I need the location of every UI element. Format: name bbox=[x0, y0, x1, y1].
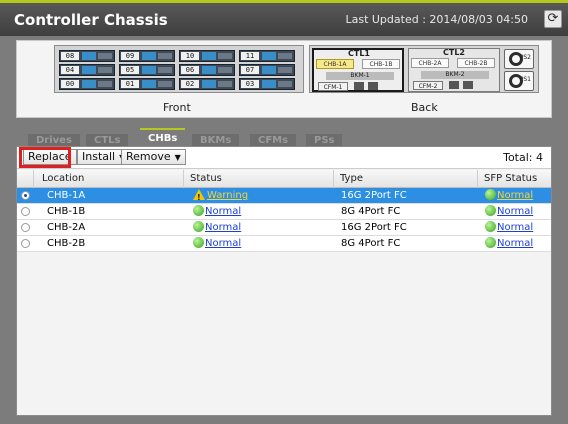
sfp-status-link[interactable]: Normal bbox=[497, 238, 533, 249]
sfp-status-link[interactable]: Normal bbox=[497, 222, 533, 233]
bkm-1-slot[interactable]: BKM-1 bbox=[326, 72, 394, 80]
column-header-sfp-status[interactable]: SFP Status bbox=[477, 170, 551, 188]
port-icon bbox=[463, 81, 473, 89]
type-cell: 8G 4Port FC bbox=[341, 206, 401, 217]
location-cell: CHB-2B bbox=[47, 238, 86, 249]
drive-slot[interactable]: 09 bbox=[119, 50, 175, 62]
drive-slot[interactable]: 07 bbox=[239, 64, 295, 76]
chassis-diagram: 08 09 10 11 04 05 06 07 00 01 02 03 Fron… bbox=[16, 40, 552, 118]
drive-slot[interactable]: 10 bbox=[179, 50, 235, 62]
drive-slot[interactable]: 03 bbox=[239, 78, 295, 90]
title-bar: Controller Chassis Last Updated : 2014/0… bbox=[0, 0, 568, 36]
chb-1b-slot[interactable]: CHB-1B bbox=[362, 59, 400, 69]
type-cell: 8G 4Port FC bbox=[341, 238, 401, 249]
drive-slot[interactable]: 08 bbox=[59, 50, 115, 62]
chb-2b-slot[interactable]: CHB-2B bbox=[457, 58, 495, 68]
bkm-2-slot[interactable]: BKM-2 bbox=[421, 71, 489, 79]
back-caption: Back bbox=[411, 101, 438, 114]
tab-chbs[interactable]: CHBs bbox=[140, 128, 186, 148]
status-link[interactable]: Normal bbox=[205, 222, 241, 233]
remove-button[interactable]: Remove ▼ bbox=[121, 149, 186, 165]
location-cell: CHB-1A bbox=[47, 190, 86, 201]
row-radio[interactable] bbox=[21, 207, 30, 216]
total-count: Total: 4 bbox=[503, 151, 543, 164]
drive-slot[interactable]: 05 bbox=[119, 64, 175, 76]
location-cell: CHB-1B bbox=[47, 206, 86, 217]
sfp-status-link[interactable]: Normal bbox=[497, 206, 533, 217]
drive-slot[interactable]: 11 bbox=[239, 50, 295, 62]
ps1-slot[interactable]: PS1 bbox=[504, 71, 534, 91]
drive-slot[interactable]: 04 bbox=[59, 64, 115, 76]
normal-status-icon bbox=[193, 205, 204, 216]
refresh-icon[interactable]: ⟳ bbox=[544, 10, 562, 28]
normal-status-icon bbox=[485, 221, 496, 232]
application-frame: Controller Chassis Last Updated : 2014/0… bbox=[0, 0, 568, 424]
chb-table: Location Status Type SFP Status CHB-1A W… bbox=[17, 170, 551, 252]
drive-slot[interactable]: 00 bbox=[59, 78, 115, 90]
cfm-1-slot[interactable]: CFM-1 bbox=[318, 82, 348, 91]
ps2-slot[interactable]: PS2 bbox=[504, 49, 534, 69]
ctl1-block[interactable]: CTL1 CHB-1A CHB-1B BKM-1 CFM-1 bbox=[312, 48, 404, 92]
table-header: Location Status Type SFP Status bbox=[17, 170, 551, 188]
chb-panel: Replace Install▼ Remove▼ Total: 4 Locati… bbox=[16, 146, 552, 416]
type-cell: 16G 2Port FC bbox=[341, 222, 407, 233]
status-link[interactable]: Warning bbox=[207, 190, 248, 201]
page-title: Controller Chassis bbox=[14, 11, 168, 29]
table-row[interactable]: CHB-2A Normal 16G 2Port FC Normal bbox=[17, 220, 551, 236]
front-caption: Front bbox=[163, 101, 191, 114]
status-link[interactable]: Normal bbox=[205, 238, 241, 249]
row-radio[interactable] bbox=[21, 223, 30, 232]
table-row[interactable]: CHB-2B Normal 8G 4Port FC Normal bbox=[17, 236, 551, 252]
normal-status-icon bbox=[485, 189, 496, 200]
table-row[interactable]: CHB-1B Normal 8G 4Port FC Normal bbox=[17, 204, 551, 220]
status-cell: Warning bbox=[183, 188, 333, 204]
replace-highlight-box bbox=[19, 147, 71, 168]
normal-status-icon bbox=[193, 237, 204, 248]
warning-icon bbox=[193, 189, 205, 204]
sfp-status-cell: Normal bbox=[477, 236, 551, 252]
status-cell: Normal bbox=[183, 220, 333, 236]
normal-status-icon bbox=[193, 221, 204, 232]
column-header-type[interactable]: Type bbox=[333, 170, 477, 188]
front-chassis: 08 09 10 11 04 05 06 07 00 01 02 03 bbox=[54, 45, 304, 93]
table-row[interactable]: CHB-1A Warning 16G 2Port FC Normal bbox=[17, 188, 551, 204]
sfp-status-cell: Normal bbox=[477, 220, 551, 236]
drive-slot[interactable]: 02 bbox=[179, 78, 235, 90]
port-icon bbox=[368, 82, 378, 90]
status-cell: Normal bbox=[183, 204, 333, 220]
column-header-location[interactable]: Location bbox=[33, 170, 183, 188]
sfp-status-link[interactable]: Normal bbox=[497, 190, 533, 201]
chb-1a-slot[interactable]: CHB-1A bbox=[316, 59, 354, 69]
toolbar: Replace Install▼ Remove▼ Total: 4 bbox=[17, 147, 551, 169]
component-tabs: Drives CTLs CHBs BKMs CFMs PSs bbox=[16, 128, 552, 148]
normal-status-icon bbox=[485, 237, 496, 248]
normal-status-icon bbox=[485, 205, 496, 216]
column-header-status[interactable]: Status bbox=[183, 170, 333, 188]
status-cell: Normal bbox=[183, 236, 333, 252]
row-radio[interactable] bbox=[21, 191, 30, 200]
last-updated-text: Last Updated : 2014/08/03 04:50 bbox=[345, 13, 528, 26]
location-cell: CHB-2A bbox=[47, 222, 86, 233]
type-cell: 16G 2Port FC bbox=[341, 190, 407, 201]
row-radio[interactable] bbox=[21, 239, 30, 248]
drive-slot[interactable]: 06 bbox=[179, 64, 235, 76]
back-chassis: CTL1 CHB-1A CHB-1B BKM-1 CFM-1 CTL2 CHB-… bbox=[309, 45, 539, 93]
ctl2-block[interactable]: CTL2 CHB-2A CHB-2B BKM-2 CFM-2 bbox=[408, 48, 500, 92]
chevron-down-icon: ▼ bbox=[174, 153, 181, 162]
status-link[interactable]: Normal bbox=[205, 206, 241, 217]
cfm-2-slot[interactable]: CFM-2 bbox=[413, 81, 443, 90]
chb-2a-slot[interactable]: CHB-2A bbox=[411, 58, 449, 68]
drive-slot[interactable]: 01 bbox=[119, 78, 175, 90]
sfp-status-cell: Normal bbox=[477, 204, 551, 220]
port-icon bbox=[354, 82, 364, 90]
port-icon bbox=[449, 81, 459, 89]
sfp-status-cell: Normal bbox=[477, 188, 551, 204]
